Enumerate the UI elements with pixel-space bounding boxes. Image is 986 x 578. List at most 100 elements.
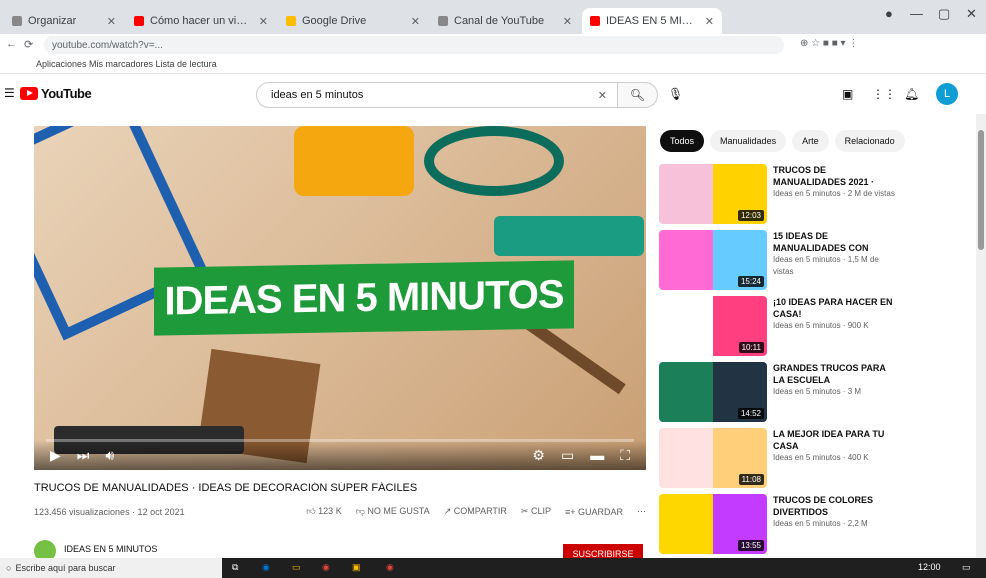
theater-icon[interactable]: ▬ <box>590 447 604 463</box>
recommendation-thumbnail[interactable]: 13:55 <box>659 494 767 554</box>
share-button[interactable]: ↗ COMPARTIR <box>444 506 507 517</box>
menu-icon[interactable]: ☰ <box>4 86 15 100</box>
tab-label: IDEAS EN 5 MINUTOS <box>606 15 699 27</box>
bookmarks-bar: Aplicaciones Mis marcadores Lista de lec… <box>0 56 986 74</box>
recommendation-item[interactable]: 12:03 TRUCOS DE MANUALIDADES 2021 · IDEAS… <box>659 164 899 224</box>
video-player[interactable]: IDEAS EN 5 MINUTOS ▶ ⏭ 🔊︎ ⚙︎ ▭ ▬ ⛶ <box>34 126 646 470</box>
recommendation-text: ¡10 IDEAS PARA HACER EN CASA! Ideas en 5 … <box>773 296 899 332</box>
close-tab-icon[interactable]: ✕ <box>253 15 268 28</box>
recommendation-title[interactable]: ¡10 IDEAS PARA HACER EN CASA! <box>773 296 899 320</box>
taskbar-search-placeholder: Escribe aquí para buscar <box>15 563 116 573</box>
recommendation-meta: Ideas en 5 minutos · 2,2 M <box>773 519 868 528</box>
next-icon[interactable]: ⏭ <box>77 447 90 464</box>
browser-tab[interactable]: Organizar ✕ <box>4 8 124 34</box>
recommendation-text: TRUCOS DE MANUALIDADES 2021 · IDEAS SÚPE… <box>773 164 899 200</box>
filter-chip[interactable]: Arte <box>792 130 829 152</box>
reload-icon[interactable]: ⟳ <box>24 38 33 51</box>
tab-favicon-icon <box>590 16 600 26</box>
recommendation-title[interactable]: GRANDES TRUCOS PARA LA ESCUELA <box>773 362 899 386</box>
play-icon[interactable]: ▶ <box>50 447 61 464</box>
more-actions-icon[interactable]: ⋯ <box>637 506 646 517</box>
bookmarks-text[interactable]: Aplicaciones Mis marcadores Lista de lec… <box>36 59 217 69</box>
filter-chip[interactable]: Relacionado <box>834 130 905 152</box>
recommendation-thumbnail[interactable]: 10:11 <box>659 296 767 356</box>
duration-badge: 14:52 <box>737 408 764 419</box>
explorer-icon[interactable]: ▭ <box>292 562 301 573</box>
like-button[interactable]: 👍︎ 123 K <box>306 506 341 517</box>
recommendation-item[interactable]: 11:08 LA MEJOR IDEA PARA TU CASA Ideas en … <box>659 428 899 488</box>
channel-name[interactable]: IDEAS EN 5 MINUTOS <box>64 544 157 554</box>
tab-favicon-icon <box>286 16 296 26</box>
duration-badge: 11:08 <box>738 474 764 485</box>
taskbar-search[interactable]: ○ Escribe aquí para buscar <box>0 558 222 578</box>
save-label: GUARDAR <box>577 506 623 517</box>
clock[interactable]: 12:00 <box>918 562 941 572</box>
close-window-icon[interactable]: ✕ <box>966 6 977 22</box>
recommendation-item[interactable]: 15:24 15 IDEAS DE MANUALIDADES CON COLORE… <box>659 230 899 290</box>
chrome-icon[interactable]: ◉ <box>322 562 330 573</box>
extensions-icon[interactable]: ⊕ ☆ ■ ■ ▾ ⋮ <box>800 38 858 49</box>
settings-icon[interactable]: ⚙︎ <box>532 447 545 464</box>
like-label: 123 K <box>318 506 342 516</box>
chrome-active-icon[interactable]: ◉ <box>386 562 394 573</box>
apps-icon[interactable]: ⋮⋮ <box>872 87 896 101</box>
tab-favicon-icon <box>134 16 144 26</box>
profile-icon[interactable]: ● <box>885 6 893 21</box>
clip-button[interactable]: ✂ CLIP <box>521 506 551 517</box>
recommendation-thumbnail[interactable]: 14:52 <box>659 362 767 422</box>
browser-tab[interactable]: Google Drive ✕ <box>278 8 428 34</box>
tab-label: Canal de YouTube <box>454 15 545 27</box>
filter-chip[interactable]: Manualidades <box>710 130 787 152</box>
recommendation-title[interactable]: LA MEJOR IDEA PARA TU CASA <box>773 428 899 452</box>
url-input[interactable]: youtube.com/watch?v=... <box>44 36 784 54</box>
recommendation-title[interactable]: 15 IDEAS DE MANUALIDADES CON COLORES <box>773 230 899 254</box>
recommendation-item[interactable]: 10:11 ¡10 IDEAS PARA HACER EN CASA! Ideas … <box>659 296 899 356</box>
miniplayer-icon[interactable]: ▭ <box>561 447 574 464</box>
maximize-icon[interactable]: ▢ <box>938 6 950 22</box>
search-button[interactable]: 🔍︎ <box>618 82 658 108</box>
recommendation-text: GRANDES TRUCOS PARA LA ESCUELA Ideas en 5… <box>773 362 899 398</box>
recommendation-item[interactable]: 13:55 TRUCOS DE COLORES DIVERTIDOS Ideas e… <box>659 494 899 554</box>
volume-icon[interactable]: 🔊︎ <box>105 447 114 464</box>
tab-favicon-icon <box>12 16 22 26</box>
back-icon[interactable]: ← <box>6 38 17 50</box>
recommendation-title[interactable]: TRUCOS DE COLORES DIVERTIDOS <box>773 494 899 518</box>
edge-icon[interactable]: ◉ <box>262 562 270 573</box>
youtube-logo[interactable]: YouTube <box>20 86 92 101</box>
bell-icon[interactable]: 🔔︎ <box>904 87 919 101</box>
recommendation-text: 15 IDEAS DE MANUALIDADES CON COLORESIdea… <box>773 230 899 278</box>
taskbar-search-icon: ○ <box>6 563 12 573</box>
notifications-icon[interactable]: ▭ <box>962 562 971 573</box>
video-title: TRUCOS DE MANUALIDADES · IDEAS DE DECORA… <box>34 482 418 494</box>
mic-icon[interactable]: 🎙︎ <box>668 87 683 101</box>
tab-strip: Organizar ✕ Cómo hacer un video ✕ Google Dri… <box>0 0 986 34</box>
store-icon[interactable]: ▣ <box>352 562 361 573</box>
minimize-icon[interactable]: — <box>910 6 923 21</box>
avatar[interactable]: L <box>936 83 958 105</box>
recommendation-thumbnail[interactable]: 12:03 <box>659 164 767 224</box>
dislike-button[interactable]: 👎︎ NO ME GUSTA <box>356 506 430 517</box>
youtube-play-icon <box>20 87 38 100</box>
recommendation-item[interactable]: 14:52 GRANDES TRUCOS PARA LA ESCUELA Ideas… <box>659 362 899 422</box>
clip-label: CLIP <box>530 506 551 516</box>
close-tab-icon[interactable]: ✕ <box>699 15 714 28</box>
recommendation-title[interactable]: TRUCOS DE MANUALIDADES 2021 · IDEAS SÚPE… <box>773 164 899 188</box>
recommendation-thumbnail[interactable]: 11:08 <box>659 428 767 488</box>
recommendation-thumbnail[interactable]: 15:24 <box>659 230 767 290</box>
browser-tab[interactable]: IDEAS EN 5 MINUTOS✕ <box>582 8 722 34</box>
filter-chip[interactable]: Todos <box>660 130 705 152</box>
close-tab-icon[interactable]: ✕ <box>557 15 572 28</box>
tab-label: Cómo hacer un video <box>150 15 253 27</box>
clear-search-icon[interactable]: ✕ <box>598 89 607 102</box>
fullscreen-icon[interactable]: ⛶ <box>620 447 630 464</box>
address-bar-row: ← ⟳ youtube.com/watch?v=... ⊕ ☆ ■ ■ ▾ ⋮ <box>0 34 986 56</box>
close-tab-icon[interactable]: ✕ <box>101 15 116 28</box>
save-button[interactable]: ≡+ GUARDAR <box>565 507 623 517</box>
browser-tab[interactable]: Canal de YouTube ✕ <box>430 8 580 34</box>
task-view-icon[interactable]: ⧉ <box>232 562 238 573</box>
scrollbar-thumb[interactable] <box>978 130 984 250</box>
browser-tab[interactable]: Cómo hacer un video ✕ <box>126 8 276 34</box>
close-tab-icon[interactable]: ✕ <box>405 15 420 28</box>
search-input[interactable]: ideas en 5 minutos ✕ <box>256 82 618 108</box>
create-icon[interactable]: ▣ <box>842 87 853 101</box>
